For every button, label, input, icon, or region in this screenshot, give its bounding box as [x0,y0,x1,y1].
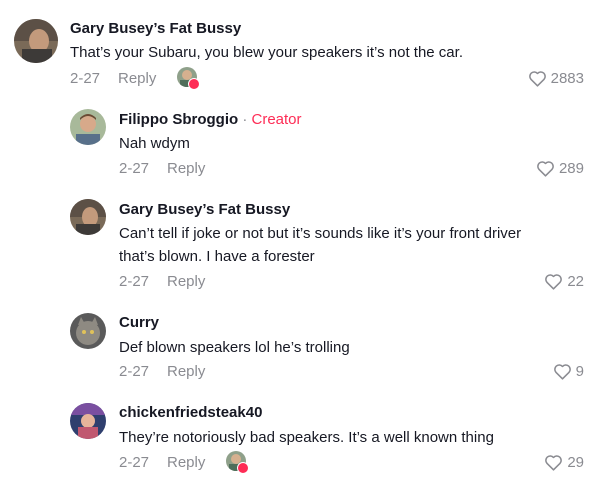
comment-date: 2-27 [70,70,101,87]
comment-author: Filippo Sbroggio · Creator [119,111,302,128]
avatar[interactable] [70,109,106,145]
creator-badge: Creator [251,111,302,128]
like-button[interactable]: 29 [544,454,584,471]
heart-icon [553,364,571,380]
creator-liked-heart-icon [237,462,249,474]
like-button[interactable]: 289 [536,160,584,177]
comment-author[interactable]: Gary Busey’s Fat Bussy [70,20,241,37]
comment-author[interactable]: Gary Busey’s Fat Bussy [119,201,290,218]
author-name[interactable]: Filippo Sbroggio [119,111,238,128]
comment-date: 2-27 [119,160,150,177]
heart-icon [545,455,563,471]
avatar[interactable] [70,403,106,439]
comment-author[interactable]: chickenfriedsteak40 [119,404,262,421]
reply-button[interactable]: Reply [167,273,205,290]
like-button[interactable]: 9 [553,363,584,380]
comment-text: That’s your Subaru, you blew your speake… [70,44,463,61]
comment-date: 2-27 [119,454,150,471]
reply-button[interactable]: Reply [167,363,205,380]
comment-text: Can’t tell if joke or not but it’s sound… [119,222,521,268]
comment-text: Def blown speakers lol he’s trolling [119,339,350,356]
comment-date: 2-27 [119,363,150,380]
reply-button[interactable]: Reply [167,160,205,177]
like-button[interactable]: 22 [544,273,584,290]
like-button[interactable]: 2883 [528,70,584,87]
comment-text-line: Can’t tell if joke or not but it’s sound… [119,225,522,242]
badge-separator: · [242,111,248,128]
heart-icon [528,71,546,87]
heart-icon [537,161,554,177]
like-count: 22 [567,273,584,290]
comment-text-line: that’s blown. I have a forester [119,248,315,265]
comment-text: Nah wdym [119,135,190,152]
heart-icon [545,274,563,290]
like-count: 29 [567,454,584,471]
avatar[interactable] [14,19,58,63]
like-count: 2883 [550,70,584,87]
avatar[interactable] [70,199,106,235]
like-count: 289 [558,160,584,177]
comment-text: They’re notoriously bad speakers. It’s a… [119,429,494,446]
like-count: 9 [575,363,584,380]
avatar[interactable] [70,313,106,349]
reply-button[interactable]: Reply [118,70,156,87]
reply-button[interactable]: Reply [167,454,205,471]
comment-author[interactable]: Curry [119,314,159,331]
creator-liked-heart-icon [188,78,200,90]
comment-date: 2-27 [119,273,150,290]
